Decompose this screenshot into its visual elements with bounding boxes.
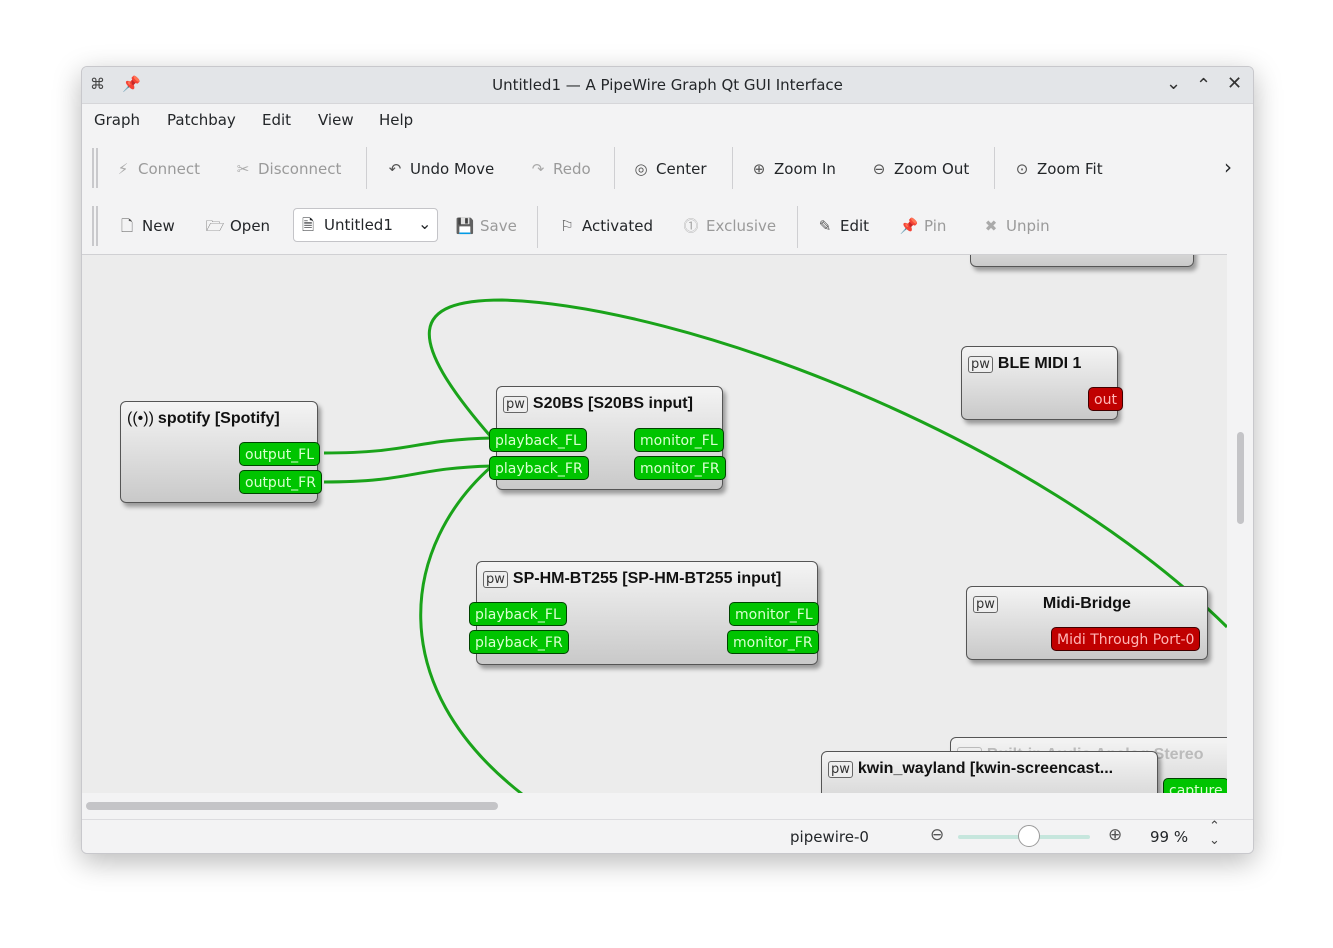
toolbar-separator bbox=[366, 147, 367, 189]
redo-icon: ↷ bbox=[531, 160, 545, 178]
port-playback-fr[interactable]: playback_FR bbox=[489, 456, 589, 480]
pipewire-icon: pw bbox=[968, 356, 993, 373]
chevron-down-icon: ⌄ bbox=[418, 214, 432, 233]
pipewire-icon: pw bbox=[973, 596, 998, 613]
toolbar-separator bbox=[732, 147, 733, 189]
zoom-out-button[interactable]: ⊖ Zoom Out bbox=[868, 157, 970, 181]
toolbar-grip[interactable] bbox=[92, 148, 94, 188]
link-output-fl[interactable] bbox=[323, 436, 493, 455]
port-output-fl[interactable]: output_FL bbox=[239, 442, 321, 466]
menu-graph[interactable]: Graph bbox=[94, 111, 140, 129]
zoom-slider-handle[interactable] bbox=[1018, 825, 1040, 847]
node-kwin-wayland[interactable]: pw kwin_wayland [kwin-screencast... bbox=[821, 751, 1158, 794]
spin-updown-icon[interactable]: ⌃ ⌄ bbox=[1209, 820, 1220, 848]
zoom-in-button[interactable]: ⊕ Zoom In bbox=[748, 157, 836, 181]
node-title: ((•)) spotify [Spotify] bbox=[127, 410, 280, 427]
node-sp-hm-bt255[interactable]: pw SP-HM-BT255 [SP-HM-BT255 input] playba… bbox=[469, 561, 819, 665]
toolbar-separator bbox=[614, 147, 615, 189]
menu-bar: Graph Patchbay Edit View Help bbox=[82, 104, 1253, 136]
port-capture[interactable]: capture bbox=[1163, 778, 1227, 794]
status-bar: pipewire-0 ⊖ ⊕ 99 % ⌃ ⌄ bbox=[82, 819, 1253, 853]
port-monitor-fl[interactable]: monitor_FL bbox=[634, 428, 724, 452]
patchbay-file-icon: 🗎 bbox=[302, 216, 315, 234]
new-document-icon: 🗋 bbox=[120, 217, 134, 235]
node-title: pw SP-HM-BT255 [SP-HM-BT255 input] bbox=[483, 570, 781, 588]
center-button[interactable]: ◎ Center bbox=[630, 157, 706, 181]
node-spotify[interactable]: ((•)) spotify [Spotify] output_FL output_… bbox=[120, 401, 322, 503]
node-offscreen-top[interactable] bbox=[970, 255, 1194, 267]
vertical-scroll-thumb[interactable] bbox=[1237, 432, 1244, 524]
folder-open-icon: 🗁 bbox=[205, 217, 225, 235]
port-midi-through[interactable]: Midi Through Port-0 bbox=[1051, 627, 1201, 651]
maximize-icon[interactable]: ⌃ bbox=[1196, 75, 1211, 96]
chevron-right-icon: › bbox=[1224, 155, 1232, 179]
title-bar: ⌘ 📌 Untitled1 — A PipeWire Graph Qt GUI … bbox=[82, 67, 1253, 104]
app-window: ⌘ 📌 Untitled1 — A PipeWire Graph Qt GUI … bbox=[81, 66, 1254, 854]
disconnect-icon: ✂ bbox=[236, 160, 250, 178]
minimize-icon[interactable]: ⌄ bbox=[1166, 73, 1181, 94]
zoom-out-icon: ⊖ bbox=[872, 160, 886, 178]
menu-patchbay[interactable]: Patchbay bbox=[167, 111, 236, 129]
disconnect-button[interactable]: ✂ Disconnect bbox=[232, 157, 342, 181]
port-monitor-fr[interactable]: monitor_FR bbox=[634, 456, 726, 480]
patchbay-select-value: Untitled1 bbox=[324, 216, 393, 234]
open-button[interactable]: 🗁 Open bbox=[204, 214, 270, 238]
undo-move-button[interactable]: ↶ Undo Move bbox=[384, 157, 494, 181]
zoom-spinbox[interactable]: 99 % bbox=[1150, 828, 1188, 846]
node-title: pw BLE MIDI 1 bbox=[968, 355, 1081, 373]
port-playback-fl[interactable]: playback_FL bbox=[469, 602, 567, 626]
patchbay-toolbar: 🗋 New 🗁 Open bbox=[82, 200, 1253, 254]
horizontal-scroll-thumb[interactable] bbox=[86, 802, 498, 810]
undo-icon: ↶ bbox=[388, 160, 402, 178]
zoom-out-icon[interactable]: ⊖ bbox=[930, 825, 944, 845]
patchbay-select[interactable]: 🗎 Untitled1 ⌄ bbox=[293, 208, 438, 242]
toolbar-grip[interactable] bbox=[96, 206, 98, 246]
zoom-fit-icon: ⊙ bbox=[1015, 160, 1029, 178]
port-output-fr[interactable]: output_FR bbox=[239, 470, 322, 494]
window-title: Untitled1 — A PipeWire Graph Qt GUI Inte… bbox=[492, 76, 843, 94]
toolbar-grip[interactable] bbox=[96, 148, 98, 188]
main-toolbar: ⚡ Connect ✂ Disconnect ↶ Undo Move ↷ Redo ◎ C… bbox=[82, 145, 1253, 197]
node-title: pw Midi-Bridge bbox=[973, 595, 1131, 613]
node-title: pw kwin_wayland [kwin-screencast... bbox=[828, 760, 1113, 778]
port-playback-fr[interactable]: playback_FR bbox=[469, 630, 569, 654]
zoom-in-icon: ⊕ bbox=[752, 160, 766, 178]
toolbar-separator bbox=[994, 147, 995, 189]
pipewire-icon: pw bbox=[503, 396, 528, 413]
port-playback-fl[interactable]: playback_FL bbox=[489, 428, 587, 452]
graph-canvas[interactable]: ((•)) spotify [Spotify] output_FL output_… bbox=[82, 254, 1227, 794]
toolbar-overflow-button[interactable]: › bbox=[1224, 155, 1232, 179]
node-midi-bridge[interactable]: pw Midi-Bridge Midi Through Port-0 bbox=[966, 586, 1208, 660]
menu-help[interactable]: Help bbox=[379, 111, 413, 129]
menu-edit[interactable]: Edit bbox=[262, 111, 291, 129]
connect-button[interactable]: ⚡ Connect bbox=[112, 157, 200, 181]
connect-icon: ⚡ bbox=[117, 160, 129, 178]
center-icon: ◎ bbox=[634, 160, 648, 178]
zoom-in-icon[interactable]: ⊕ bbox=[1108, 825, 1122, 845]
pipewire-icon: pw bbox=[828, 761, 853, 778]
new-button[interactable]: 🗋 New bbox=[116, 214, 175, 238]
node-title: pw S20BS [S20BS input] bbox=[503, 395, 693, 413]
redo-button[interactable]: ↷ Redo bbox=[527, 157, 591, 181]
port-monitor-fr[interactable]: monitor_FR bbox=[727, 630, 819, 654]
vertical-scrollbar[interactable] bbox=[1227, 254, 1253, 793]
link-output-fr[interactable] bbox=[323, 464, 493, 484]
menu-view[interactable]: View bbox=[318, 111, 354, 129]
links-layer bbox=[323, 298, 1227, 794]
close-icon[interactable]: ✕ bbox=[1227, 73, 1242, 94]
port-midi-out[interactable]: out bbox=[1088, 387, 1123, 411]
speaker-icon: ((•)) bbox=[127, 410, 154, 427]
zoom-fit-button[interactable]: ⊙ Zoom Fit bbox=[1011, 157, 1103, 181]
toolbar-grip[interactable] bbox=[92, 206, 94, 246]
horizontal-scrollbar[interactable] bbox=[82, 793, 1227, 819]
pipewire-icon: pw bbox=[483, 571, 508, 588]
server-name: pipewire-0 bbox=[790, 828, 869, 846]
node-ble-midi[interactable]: pw BLE MIDI 1 out bbox=[961, 346, 1123, 420]
port-monitor-fl[interactable]: monitor_FL bbox=[729, 602, 819, 626]
node-s20bs[interactable]: pw S20BS [S20BS input] playback_FL playba… bbox=[489, 386, 726, 490]
